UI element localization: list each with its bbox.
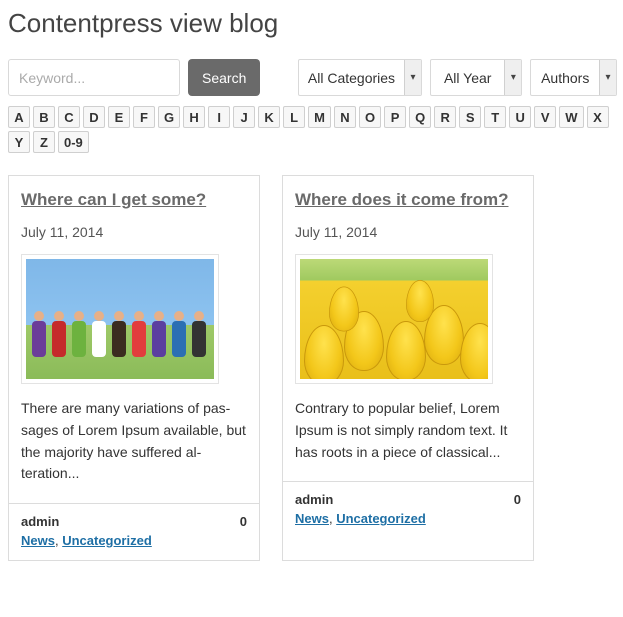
alpha-button-x[interactable]: X <box>587 106 609 128</box>
alpha-button-b[interactable]: B <box>33 106 55 128</box>
post-date: July 11, 2014 <box>21 224 247 240</box>
alpha-filter: ABCDEFGHIJKLMNOPQRSTUVWX YZ0-9 <box>8 106 617 153</box>
post-categories: News, Uncategorized <box>21 533 247 548</box>
authors-select-label: Authors <box>531 70 599 86</box>
post-author: admin <box>295 492 333 507</box>
category-link[interactable]: News <box>21 533 55 548</box>
page-title: Contentpress view blog <box>6 8 617 39</box>
alpha-button-a[interactable]: A <box>8 106 30 128</box>
post-meta: admin 0 News, Uncategorized <box>9 503 259 560</box>
chevron-down-icon[interactable]: ▾ <box>404 60 421 95</box>
post-author: admin <box>21 514 59 529</box>
alpha-button-n[interactable]: N <box>334 106 356 128</box>
post-excerpt: There are many variations of pas­sages o… <box>21 398 247 485</box>
alpha-button-y[interactable]: Y <box>8 131 30 153</box>
search-button[interactable]: Search <box>188 59 260 96</box>
categories-select-label: All Categories <box>299 70 404 86</box>
post-comment-count: 0 <box>514 492 521 507</box>
alpha-button-r[interactable]: R <box>434 106 456 128</box>
post-card: Where can I get some? July 11, 2014 There … <box>8 175 260 561</box>
authors-select[interactable]: Authors ▾ <box>530 59 617 96</box>
alpha-button-z[interactable]: Z <box>33 131 55 153</box>
alpha-button-q[interactable]: Q <box>409 106 431 128</box>
post-date: July 11, 2014 <box>295 224 521 240</box>
alpha-button-h[interactable]: H <box>183 106 205 128</box>
alpha-button-l[interactable]: L <box>283 106 305 128</box>
alpha-button-o[interactable]: O <box>359 106 381 128</box>
post-thumbnail[interactable] <box>21 254 219 384</box>
alpha-button-t[interactable]: T <box>484 106 506 128</box>
alpha-button-i[interactable]: I <box>208 106 230 128</box>
alpha-button-p[interactable]: P <box>384 106 406 128</box>
category-link[interactable]: News <box>295 511 329 526</box>
post-meta: admin 0 News, Uncategorized <box>283 481 533 538</box>
alpha-button-c[interactable]: C <box>58 106 80 128</box>
post-thumbnail[interactable] <box>295 254 493 384</box>
year-select-label: All Year <box>431 70 504 86</box>
post-title-link[interactable]: Where does it come from? <box>295 190 521 210</box>
chevron-down-icon[interactable]: ▾ <box>504 60 521 95</box>
post-comment-count: 0 <box>240 514 247 529</box>
alpha-button-g[interactable]: G <box>158 106 180 128</box>
alpha-button-f[interactable]: F <box>133 106 155 128</box>
alpha-button-w[interactable]: W <box>559 106 583 128</box>
alpha-button-j[interactable]: J <box>233 106 255 128</box>
search-input[interactable] <box>8 59 180 96</box>
alpha-button-0-9[interactable]: 0-9 <box>58 131 89 153</box>
alpha-button-u[interactable]: U <box>509 106 531 128</box>
alpha-button-s[interactable]: S <box>459 106 481 128</box>
post-title-link[interactable]: Where can I get some? <box>21 190 247 210</box>
filter-bar: Search All Categories ▾ All Year ▾ Autho… <box>8 59 617 96</box>
alpha-button-m[interactable]: M <box>308 106 331 128</box>
year-select[interactable]: All Year ▾ <box>430 59 522 96</box>
post-categories: News, Uncategorized <box>295 511 521 526</box>
chevron-down-icon[interactable]: ▾ <box>599 60 616 95</box>
category-link[interactable]: Uncategorized <box>62 533 152 548</box>
alpha-button-e[interactable]: E <box>108 106 130 128</box>
alpha-button-k[interactable]: K <box>258 106 280 128</box>
categories-select[interactable]: All Categories ▾ <box>298 59 422 96</box>
post-excerpt: Contrary to popular belief, Lorem Ipsum … <box>295 398 521 463</box>
category-link[interactable]: Uncategorized <box>336 511 426 526</box>
alpha-button-d[interactable]: D <box>83 106 105 128</box>
post-card: Where does it come from? July 11, 2014 Con… <box>282 175 534 561</box>
alpha-button-v[interactable]: V <box>534 106 556 128</box>
posts-grid: Where can I get some? July 11, 2014 There … <box>8 175 617 561</box>
